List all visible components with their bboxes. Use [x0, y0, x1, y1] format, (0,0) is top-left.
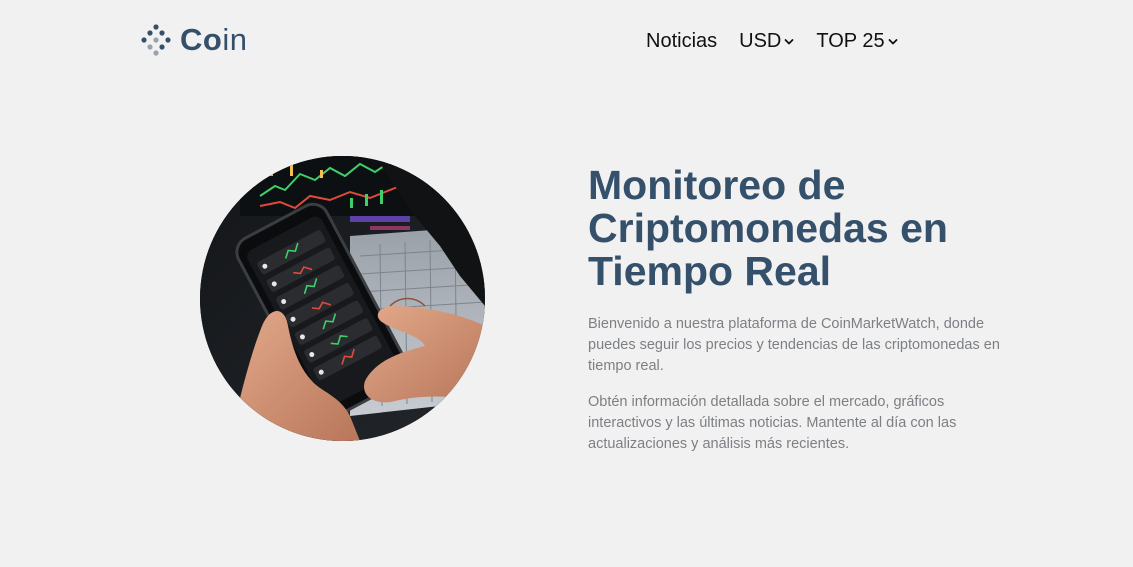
- hero-photo: [200, 156, 485, 441]
- top-nav: Noticias USD TOP 25: [646, 30, 920, 53]
- top-list-dropdown[interactable]: TOP 25: [816, 30, 897, 53]
- brand-name-rest: in: [222, 22, 248, 57]
- hero-intro-paragraph: Bienvenido a nuestra plataforma de CoinM…: [588, 316, 1000, 374]
- brand-name-strong: Co: [180, 22, 223, 57]
- nav-item-label: USD: [739, 30, 782, 52]
- currency-dropdown[interactable]: USD: [739, 30, 794, 53]
- brand-logo[interactable]: Coin: [140, 20, 247, 60]
- hero-details-paragraph: Obtén información detallada sobre el mer…: [588, 394, 957, 452]
- nav-item-label: TOP 25: [816, 30, 885, 52]
- hero-title: Monitoreo de Criptomonedas en Tiempo Rea…: [588, 162, 948, 294]
- chevron-down-icon: [784, 38, 794, 44]
- dots-diamond-icon: [141, 24, 171, 56]
- nav-item-noticias[interactable]: Noticias: [646, 30, 717, 53]
- phone-crypto-app-photo: [200, 156, 485, 441]
- chevron-down-icon: [888, 38, 897, 44]
- nav-item-label: Noticias: [646, 30, 718, 52]
- brand-name: Coin: [180, 20, 247, 60]
